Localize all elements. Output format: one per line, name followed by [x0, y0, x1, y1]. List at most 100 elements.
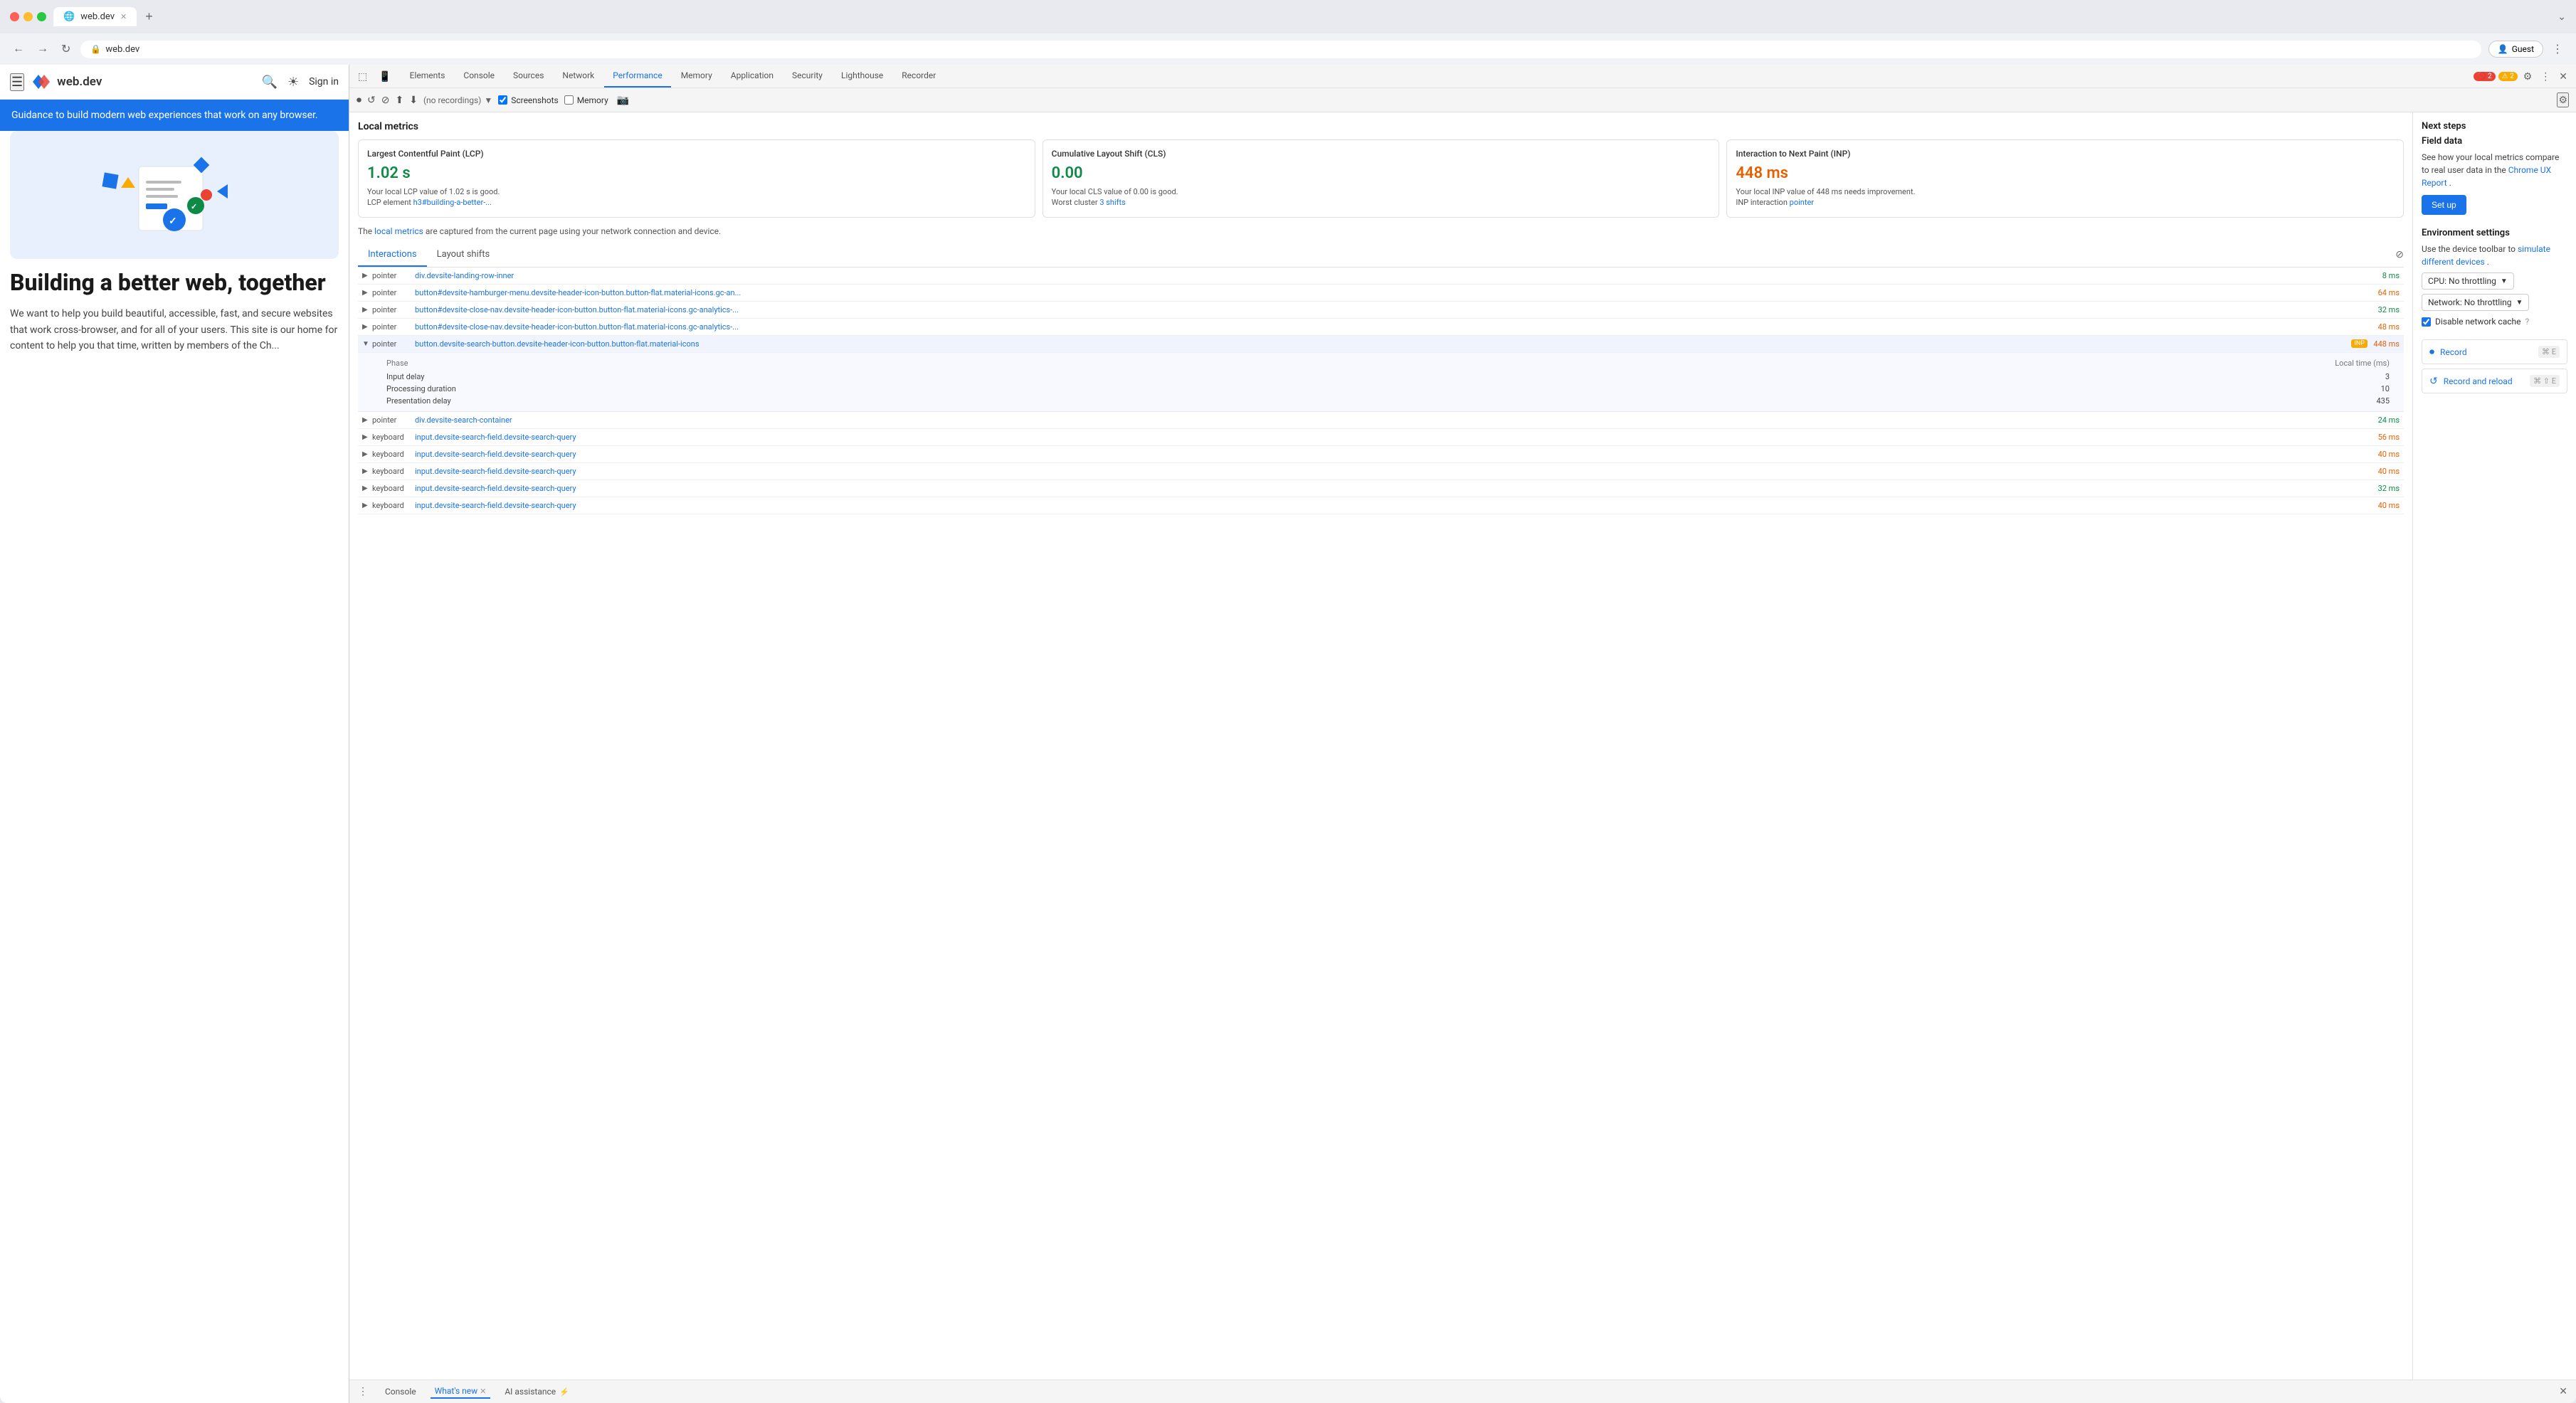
record-button[interactable]: ⏺ — [357, 94, 361, 106]
record-button-sidebar[interactable]: ⏺ Record ⌘ E — [2422, 339, 2567, 364]
interaction-row-0[interactable]: ▶ pointer div.devsite-landing-row-inner … — [358, 268, 2404, 285]
lcp-element-link[interactable]: h3#building-a-better-... — [413, 198, 492, 207]
forward-button[interactable]: → — [34, 40, 51, 58]
logo-icon — [33, 72, 53, 92]
field-data-section: Field data See how your local metrics co… — [2422, 136, 2567, 215]
tab-security[interactable]: Security — [783, 65, 831, 88]
devtools-close-button[interactable]: ✕ — [2556, 68, 2570, 85]
expand-icon-2: ▶ — [362, 306, 372, 314]
screenshots-checkbox[interactable] — [498, 95, 507, 105]
bottom-bar-close-button[interactable]: ✕ — [2559, 1386, 2567, 1397]
tab-memory[interactable]: Memory — [672, 65, 721, 88]
tab-application[interactable]: Application — [722, 65, 782, 88]
browser-menu-button[interactable]: ⋮ — [2549, 39, 2566, 59]
lcp-title: Largest Contentful Paint (LCP) — [367, 149, 1026, 159]
interaction-row-7[interactable]: ▶ keyboard input.devsite-search-field.de… — [358, 446, 2404, 463]
tab-ai-assistance[interactable]: AI assistance ⚡ — [500, 1385, 574, 1398]
settings-button[interactable]: ⚙ — [2520, 68, 2535, 85]
tab-performance[interactable]: Performance — [604, 65, 670, 88]
performance-settings-button[interactable]: ⚙ — [2557, 92, 2569, 107]
devtools-icon-buttons: ⬚ 📱 — [355, 68, 394, 85]
memory-checkbox[interactable] — [564, 95, 574, 105]
phase-row-presentation: Presentation delay 435 — [386, 395, 2390, 407]
tab-close-button[interactable]: ✕ — [120, 12, 127, 21]
set-up-button[interactable]: Set up — [2422, 195, 2466, 215]
interaction-time-0: 8 ms — [2368, 271, 2400, 280]
tab-network[interactable]: Network — [554, 65, 603, 88]
bottom-bar-more-icon[interactable]: ⋮ — [358, 1386, 368, 1397]
hamburger-menu-button[interactable]: ☰ — [10, 73, 24, 91]
download-button[interactable]: ⬇ — [409, 94, 418, 106]
hero-banner-text: Guidance to build modern web experiences… — [11, 110, 318, 121]
block-requests-icon[interactable]: ⊘ — [2395, 249, 2404, 260]
sign-in-link[interactable]: Sign in — [309, 76, 339, 88]
close-button[interactable] — [10, 12, 19, 21]
interaction-time-3: 48 ms — [2368, 322, 2400, 332]
reload-record-button[interactable]: ↺ — [367, 94, 376, 106]
interaction-row-2[interactable]: ▶ pointer button#devsite-close-nav.devsi… — [358, 302, 2404, 319]
tab-interactions[interactable]: Interactions — [358, 243, 427, 267]
cls-shifts-link[interactable]: 3 shifts — [1099, 198, 1125, 207]
url-text: web.dev — [105, 44, 139, 55]
record-reload-icon: ↺ — [2429, 376, 2438, 387]
interaction-row-9[interactable]: ▶ keyboard input.devsite-search-field.de… — [358, 480, 2404, 497]
tab-layout-shifts[interactable]: Layout shifts — [427, 243, 500, 267]
browser-tab[interactable]: 🌐 web.dev ✕ — [53, 7, 137, 26]
local-metrics-link[interactable]: local metrics — [374, 226, 423, 236]
interaction-row-10[interactable]: ▶ keyboard input.devsite-search-field.de… — [358, 497, 2404, 514]
tab-recorder[interactable]: Recorder — [893, 65, 944, 88]
interaction-row-8[interactable]: ▶ keyboard input.devsite-search-field.de… — [358, 463, 2404, 480]
new-tab-button[interactable]: + — [145, 9, 153, 24]
sub-tabs: Interactions Layout shifts ⊘ — [358, 243, 2404, 268]
upload-button[interactable]: ⬆ — [395, 94, 403, 106]
recording-select[interactable]: (no recordings) ▼ — [423, 95, 492, 105]
network-throttling-label: Network: No throttling — [2428, 297, 2512, 307]
inp-value: 448 ms — [1736, 164, 2395, 182]
back-button[interactable]: ← — [10, 40, 27, 58]
tab-sources[interactable]: Sources — [505, 65, 552, 88]
address-bar[interactable]: 🔒 web.dev — [80, 41, 2481, 58]
expand-icon-7: ▶ — [362, 450, 372, 458]
devtools-more-button[interactable]: ⋮ — [2538, 68, 2553, 85]
nav-actions: 👤 Guest ⋮ — [2488, 39, 2566, 59]
inp-interaction-link[interactable]: pointer — [1790, 198, 1814, 207]
expand-icon-4: ▼ — [362, 340, 372, 348]
devtools-body: Local metrics Largest Contentful Paint (… — [349, 112, 2576, 1380]
interaction-row-1[interactable]: ▶ pointer button#devsite-hamburger-menu.… — [358, 285, 2404, 302]
logo: web.dev — [33, 72, 102, 92]
tab-console[interactable]: Console — [455, 65, 503, 88]
maximize-button[interactable] — [37, 12, 46, 21]
record-reload-button[interactable]: ↺ Record and reload ⌘ ⇧ E — [2422, 369, 2567, 393]
interaction-row-5[interactable]: ▶ pointer div.devsite-search-container 2… — [358, 412, 2404, 429]
phase-input-label: Input delay — [386, 372, 424, 381]
interaction-type-2: pointer — [372, 305, 415, 314]
tab-elements[interactable]: Elements — [401, 65, 454, 88]
disable-cache-help-icon[interactable]: ? — [2525, 317, 2529, 327]
expand-icon-6: ▶ — [362, 433, 372, 441]
device-toolbar-button[interactable]: 📱 — [376, 68, 394, 85]
network-throttling-dropdown[interactable]: Network: No throttling ▼ — [2422, 294, 2529, 311]
refresh-button[interactable]: ↻ — [58, 39, 73, 59]
interaction-selector-3: button#devsite-close-nav.devsite-header-… — [415, 322, 2368, 332]
tab-console-bottom[interactable]: Console — [381, 1385, 421, 1398]
whats-new-close-button[interactable]: ✕ — [480, 1387, 486, 1396]
webpage-header: ☰ web.dev 🔍 ☀ Sign in — [0, 65, 349, 100]
search-icon[interactable]: 🔍 — [262, 75, 278, 90]
main-area: ☰ web.dev 🔍 ☀ Sign in Guidance to build … — [0, 65, 2576, 1403]
guest-button[interactable]: 👤 Guest — [2488, 41, 2543, 58]
theme-toggle-icon[interactable]: ☀ — [287, 75, 299, 90]
minimize-button[interactable] — [23, 12, 33, 21]
disable-cache-checkbox[interactable] — [2422, 317, 2431, 327]
inp-desc: Your local INP value of 448 ms needs imp… — [1736, 186, 2395, 208]
cpu-throttling-container: CPU: No throttling ▼ — [2422, 272, 2567, 290]
tab-whats-new[interactable]: What's new ✕ — [431, 1385, 491, 1399]
local-metrics-note: The local metrics are captured from the … — [358, 226, 2404, 236]
tab-lighthouse[interactable]: Lighthouse — [833, 65, 892, 88]
local-metrics-title: Local metrics — [358, 121, 2404, 132]
stop-button[interactable]: ⊘ — [381, 94, 390, 106]
interaction-row-3[interactable]: ▶ pointer button#devsite-close-nav.devsi… — [358, 319, 2404, 336]
interaction-row-4[interactable]: ▼ pointer button.devsite-search-button.d… — [358, 336, 2404, 353]
interaction-row-6[interactable]: ▶ keyboard input.devsite-search-field.de… — [358, 429, 2404, 446]
cpu-throttling-dropdown[interactable]: CPU: No throttling ▼ — [2422, 272, 2514, 290]
inspect-element-button[interactable]: ⬚ — [355, 68, 370, 85]
